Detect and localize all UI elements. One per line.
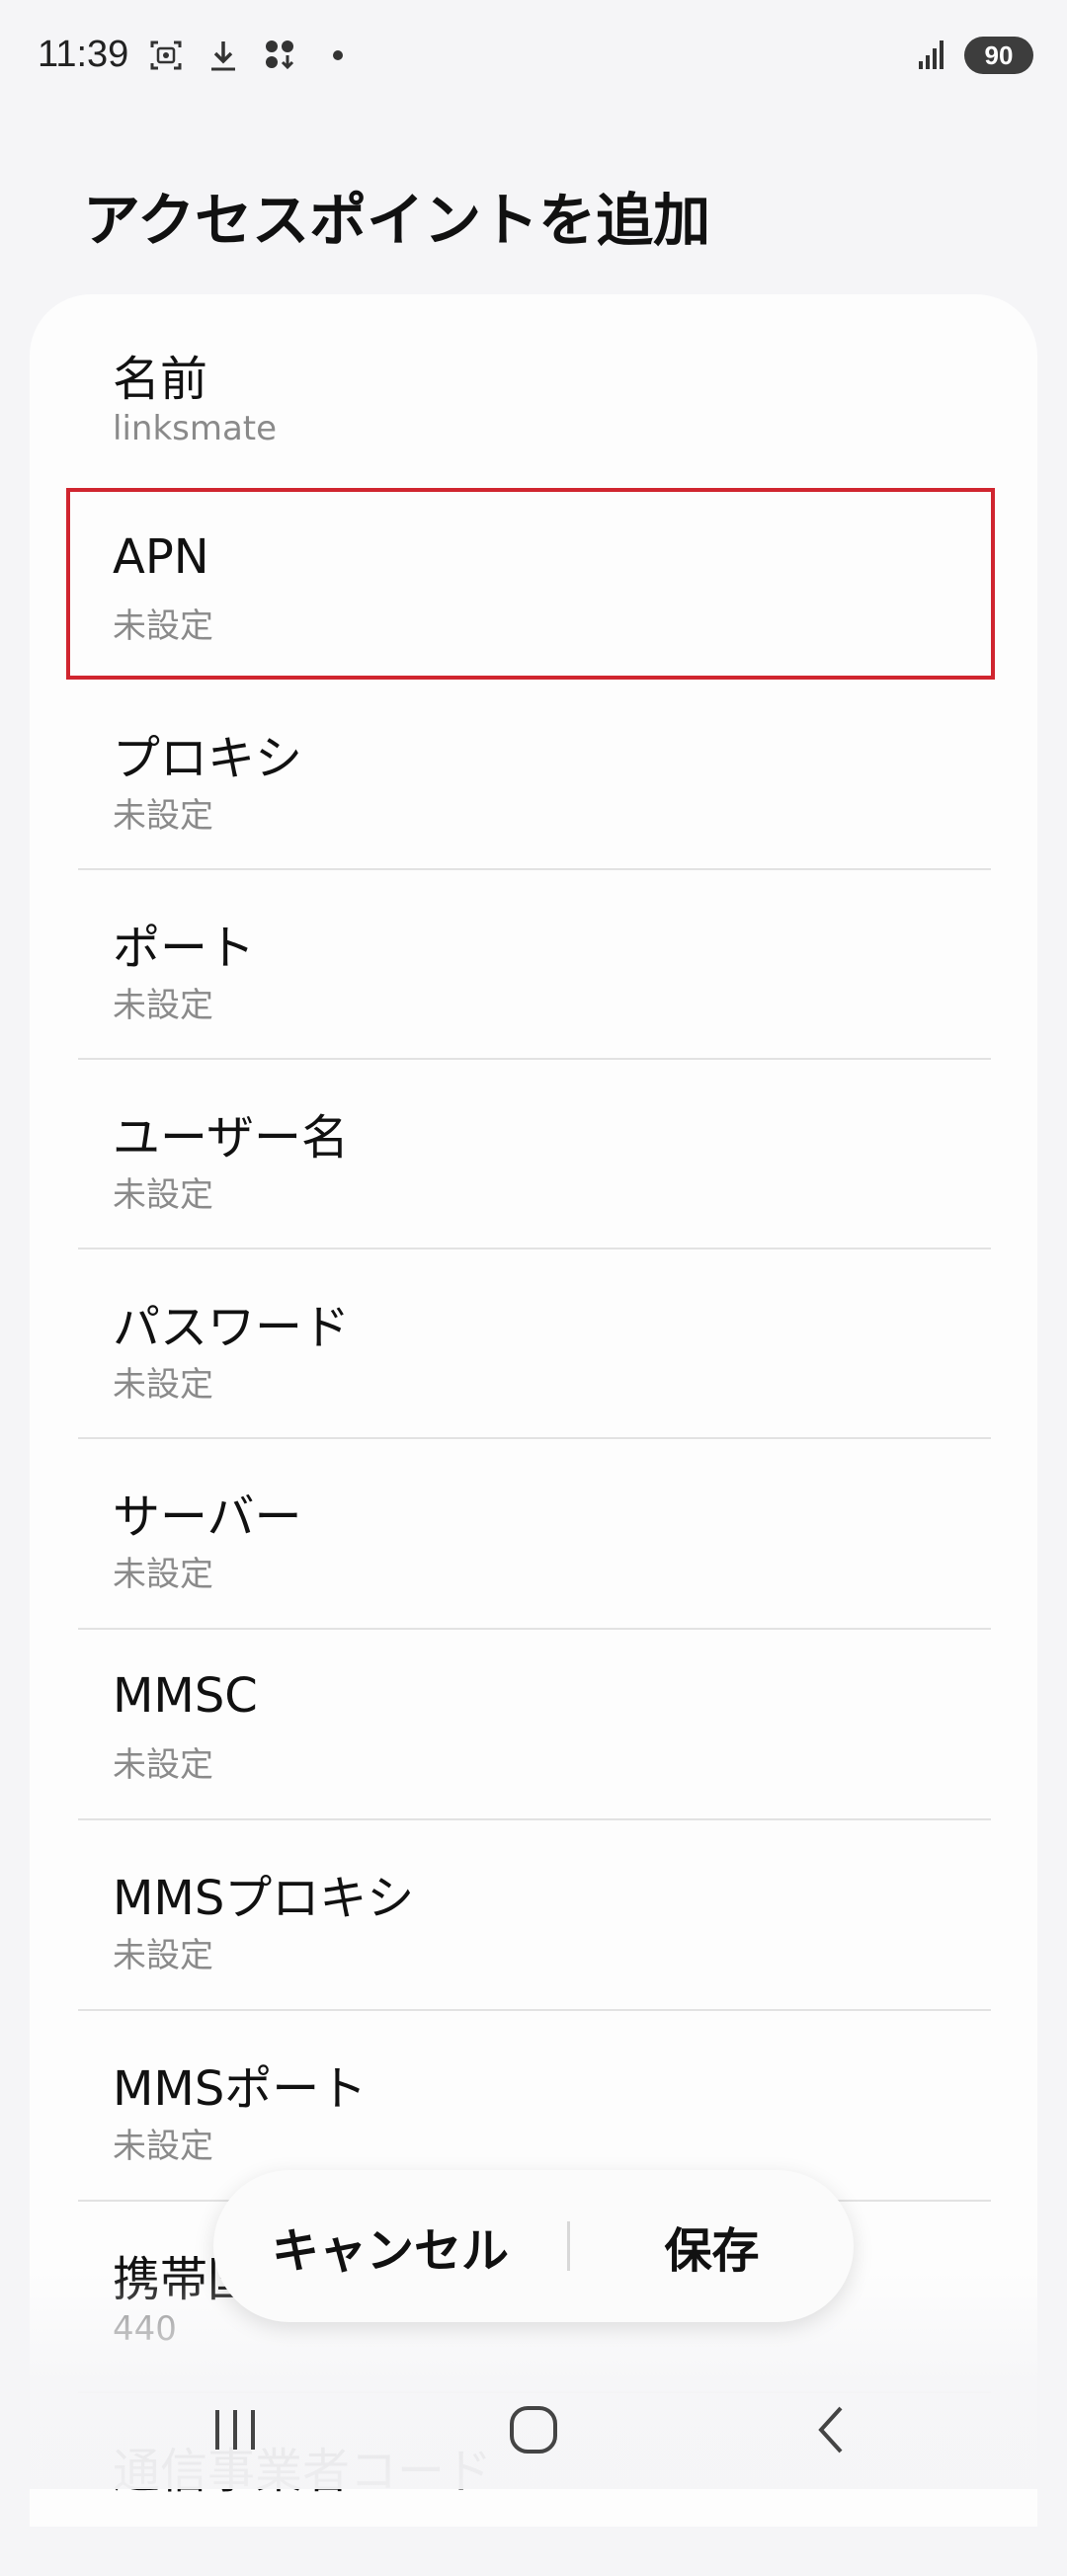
home-icon[interactable] (494, 2394, 573, 2465)
field-label: プロキシ (113, 731, 303, 786)
dot-icon (320, 38, 356, 73)
field-value: 440 (113, 2309, 177, 2349)
signal-icon (915, 36, 950, 75)
field-label: パスワード (113, 1300, 351, 1355)
field-server[interactable]: サーバー 未設定 (78, 1432, 991, 1622)
field-apn[interactable]: APN 未設定 (78, 484, 991, 674)
battery-indicator: 90 (964, 37, 1033, 74)
field-mmsc[interactable]: MMSC 未設定 (78, 1623, 991, 1812)
field-password[interactable]: パスワード 未設定 (78, 1243, 991, 1432)
field-label: APN (113, 529, 209, 585)
app-grid-download-icon (263, 38, 298, 73)
cancel-button[interactable]: キャンセル (213, 2212, 567, 2281)
field-name[interactable]: 名前 linksmate (78, 294, 991, 484)
field-value: linksmate (113, 409, 278, 448)
notification-icons (148, 38, 356, 73)
field-mms-port[interactable]: MMSポート 未設定 (78, 2004, 991, 2194)
screenshot-icon (148, 38, 184, 73)
field-username[interactable]: ユーザー名 未設定 (78, 1053, 991, 1243)
field-label: MMSC (113, 1668, 258, 1724)
field-label: 名前 (113, 352, 208, 407)
page-title: アクセスポイントを追加 (83, 187, 711, 254)
action-bar: キャンセル 保存 (213, 2170, 854, 2322)
field-label: MMSプロキシ (113, 1871, 415, 1926)
field-value: 未設定 (113, 2127, 213, 2166)
field-value: 未設定 (113, 796, 213, 836)
field-label: MMSポート (113, 2061, 368, 2117)
back-icon[interactable] (792, 2394, 871, 2465)
field-proxy[interactable]: プロキシ 未設定 (78, 674, 991, 863)
field-label: ポート (113, 921, 256, 976)
field-value: 未設定 (113, 1175, 213, 1215)
field-value: 未設定 (113, 1745, 213, 1785)
status-time: 11:39 (38, 34, 129, 75)
status-bar: 11:39 90 (0, 0, 1067, 119)
field-value: 未設定 (113, 1365, 213, 1405)
field-port[interactable]: ポート 未設定 (78, 863, 991, 1053)
field-value: 未設定 (113, 986, 213, 1025)
recent-apps-icon[interactable] (196, 2394, 275, 2465)
navigation-bar (0, 2371, 1067, 2489)
field-mms-proxy[interactable]: MMSプロキシ 未設定 (78, 1813, 991, 2003)
field-value: 未設定 (113, 606, 213, 646)
status-right: 90 (915, 36, 1033, 75)
field-label: ユーザー名 (113, 1110, 350, 1166)
download-icon (205, 38, 241, 73)
field-value: 未設定 (113, 1936, 213, 1975)
field-value: 未設定 (113, 1555, 213, 1594)
save-button[interactable]: 保存 (570, 2212, 854, 2281)
field-label: サーバー (113, 1489, 302, 1545)
